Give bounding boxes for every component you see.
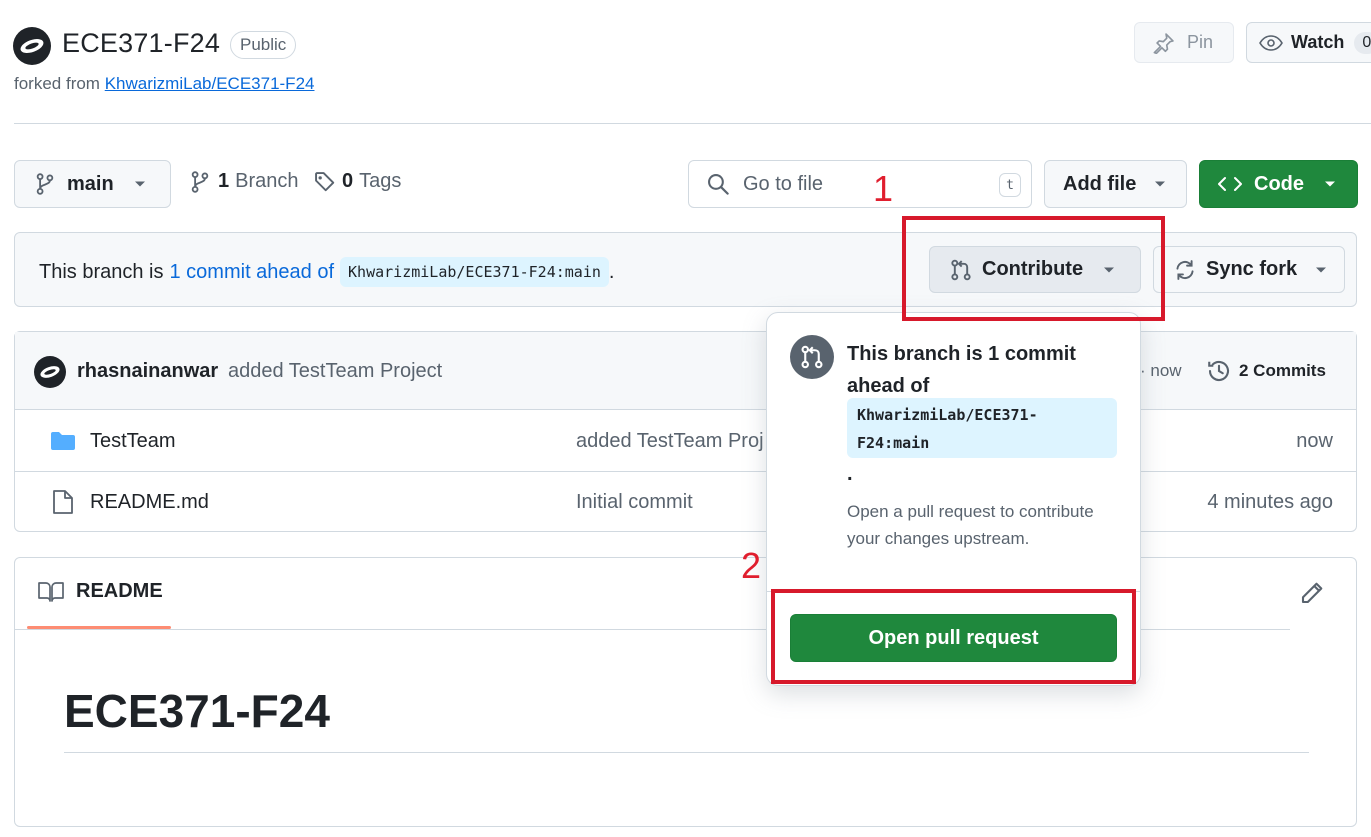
sync-fork-button[interactable]: Sync fork: [1153, 246, 1345, 293]
add-file-button[interactable]: Add file: [1044, 160, 1187, 208]
go-to-file-placeholder: Go to file: [743, 172, 824, 195]
commit-author[interactable]: rhasnainanwar: [77, 360, 218, 383]
annotation-box-step-1: [902, 216, 1165, 321]
branches-label: Branch: [235, 170, 299, 192]
folder-icon: [50, 431, 76, 451]
branch-selector[interactable]: main: [14, 160, 171, 208]
tags-count: 0: [342, 170, 354, 192]
file-commit-time: now: [1296, 430, 1333, 452]
tags-label: Tags: [359, 170, 402, 192]
file-icon: [52, 489, 74, 515]
popover-description: Open a pull request to contribute your c…: [847, 502, 1094, 548]
visibility-badge: Public: [230, 31, 297, 59]
chevron-down-icon: [1324, 180, 1336, 188]
branches-count: 1: [218, 170, 230, 192]
file-commit-time: 4 minutes ago: [1207, 491, 1333, 513]
fork-status-suffix: .: [608, 260, 615, 283]
pull-request-icon: [790, 335, 834, 379]
pencil-icon[interactable]: [1300, 581, 1324, 605]
watch-button[interactable]: Watch 0: [1246, 22, 1371, 63]
header-divider: [14, 123, 1371, 124]
annotation-step-1: 1: [873, 168, 894, 209]
tag-icon: [314, 171, 336, 193]
book-icon: [38, 581, 64, 603]
code-icon: [1218, 175, 1242, 193]
tags-link[interactable]: 0 Tags: [314, 170, 401, 193]
git-branch-icon: [190, 170, 210, 193]
repo-title[interactable]: ECE371-F24: [62, 28, 220, 59]
fork-status-text: This branch is 1 commit ahead of Khwariz…: [39, 257, 614, 287]
keyboard-shortcut-hint: t: [999, 173, 1021, 197]
readme-tab[interactable]: README: [38, 580, 163, 603]
annotation-box-step-2: [771, 589, 1136, 684]
forked-from-label: forked from: [14, 74, 100, 93]
chevron-down-icon: [1315, 266, 1327, 274]
readme-tab-label: README: [76, 580, 163, 602]
annotation-step-2: 2: [741, 545, 762, 586]
go-to-file-input[interactable]: Go to file t: [688, 160, 1032, 208]
forked-from-line: forked from KhwarizmiLab/ECE371-F24: [14, 74, 314, 94]
file-commit-message[interactable]: added TestTeam Proj: [576, 430, 764, 453]
add-file-label: Add file: [1063, 172, 1137, 195]
commit-author-avatar[interactable]: [34, 356, 66, 388]
commit-message[interactable]: added TestTeam Project: [228, 360, 442, 383]
popover-period: .: [847, 463, 853, 485]
watch-label: Watch: [1291, 32, 1345, 52]
readme-heading: ECE371-F24: [64, 685, 330, 737]
code-label: Code: [1254, 172, 1304, 195]
git-branch-icon: [35, 173, 55, 195]
commit-time: · now: [1140, 361, 1182, 380]
code-button[interactable]: Code: [1199, 160, 1358, 208]
branches-link[interactable]: 1 Branch: [190, 170, 299, 193]
history-icon: [1207, 359, 1231, 383]
chevron-down-icon: [1154, 180, 1166, 188]
row-divider: [15, 471, 1356, 472]
pin-label: Pin: [1187, 32, 1214, 52]
upstream-repo-link[interactable]: KhwarizmiLab/ECE371-F24: [105, 74, 315, 93]
pin-button[interactable]: Pin: [1134, 22, 1234, 63]
file-commit-message[interactable]: Initial commit: [576, 491, 693, 514]
commits-ahead-link[interactable]: 1 commit ahead of: [170, 261, 335, 284]
chevron-down-icon: [134, 180, 146, 188]
commits-count-label: 2 Commits: [1239, 361, 1326, 380]
popover-upstream-ref: KhwarizmiLab/ECE371-F24:main: [847, 398, 1117, 458]
pin-icon: [1153, 32, 1175, 54]
repo-owner-avatar[interactable]: [13, 27, 51, 65]
file-name[interactable]: README.md: [90, 491, 209, 514]
commits-history-link[interactable]: 2 Commits: [1207, 359, 1326, 383]
popover-title: This branch is 1 commit ahead of: [847, 343, 1076, 397]
file-name[interactable]: TestTeam: [90, 430, 176, 453]
branch-name: main: [67, 172, 114, 195]
search-icon: [707, 173, 729, 195]
watch-count: 0: [1354, 31, 1371, 54]
fork-status-prefix: This branch is: [39, 260, 164, 283]
heading-rule: [64, 752, 1309, 753]
sync-icon: [1174, 259, 1196, 281]
sync-fork-label: Sync fork: [1206, 258, 1298, 280]
upstream-ref: KhwarizmiLab/ECE371-F24:main: [340, 257, 609, 287]
eye-icon: [1259, 32, 1283, 54]
